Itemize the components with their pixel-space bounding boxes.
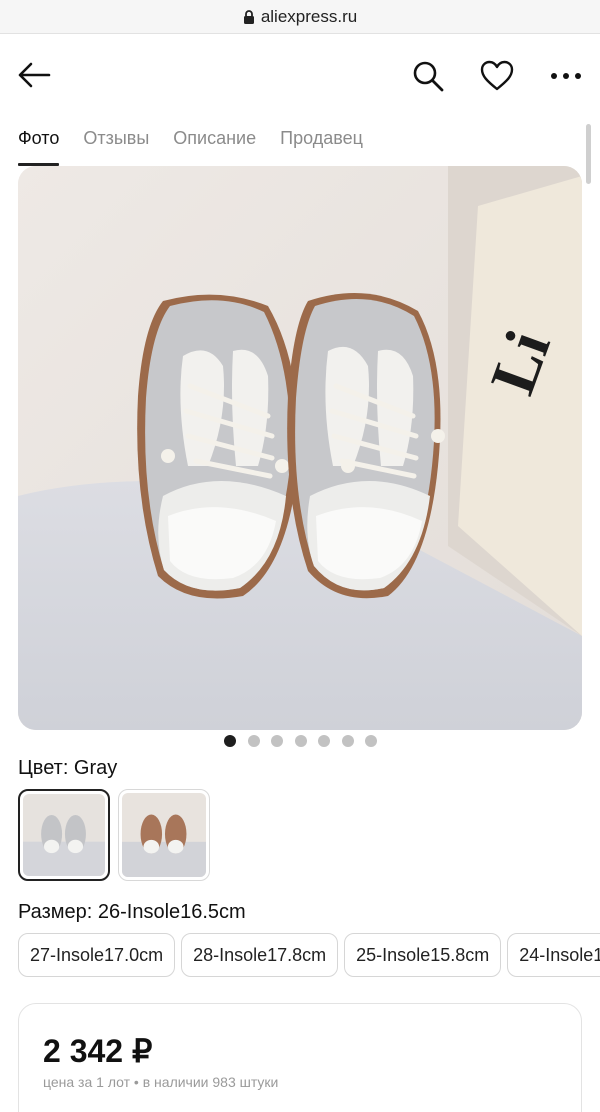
color-option-gray[interactable]	[18, 789, 110, 881]
product-photo[interactable]: Li	[18, 166, 582, 730]
tab-seller[interactable]: Продавец	[280, 126, 363, 166]
tab-photo[interactable]: Фото	[18, 126, 60, 166]
tab-description[interactable]: Описание	[173, 126, 256, 166]
browser-url: aliexpress.ru	[260, 6, 358, 26]
gallery-dot[interactable]	[294, 735, 307, 747]
lock-icon	[243, 9, 255, 24]
browser-url-bar[interactable]: aliexpress.ru	[0, 0, 600, 34]
color-option-brown[interactable]	[118, 789, 210, 881]
tab-reviews[interactable]: Отзывы	[83, 126, 149, 166]
gray-shoes-thumbnail	[23, 794, 105, 876]
price-subtitle: цена за 1 лот • в наличии 983 штуки	[43, 1074, 279, 1090]
search-icon[interactable]	[410, 58, 446, 94]
size-option[interactable]: 28-Insole17.8cm	[181, 933, 339, 977]
gallery-pagination	[224, 735, 377, 749]
size-options: 27-Insole17.0cm 28-Insole17.8cm 25-Insole1…	[18, 933, 600, 979]
gallery-dot[interactable]	[224, 735, 236, 747]
gallery-dot[interactable]	[318, 735, 330, 747]
size-option[interactable]: 27-Insole17.0cm	[18, 933, 176, 977]
price-value: 2 342 ₽	[43, 1033, 153, 1069]
gallery-dot[interactable]	[247, 735, 260, 747]
heart-icon[interactable]	[479, 58, 515, 94]
color-options	[18, 789, 210, 881]
gallery-dot[interactable]	[365, 735, 377, 747]
gallery-dot[interactable]	[341, 735, 354, 747]
product-top-bar	[0, 40, 600, 112]
back-arrow-icon[interactable]	[16, 60, 52, 90]
size-label: Размер: 26-Insole16.5cm	[18, 901, 246, 923]
more-icon[interactable]	[548, 58, 584, 94]
gallery-dot[interactable]	[271, 735, 283, 747]
size-option[interactable]: 24-Insole15.0cm	[507, 933, 600, 977]
product-tabs: Фото Отзывы Описание Продавец	[18, 126, 363, 166]
scrollbar[interactable]	[586, 124, 591, 184]
shoes-image: Li	[18, 166, 582, 730]
color-label: Цвет: Gray	[18, 757, 118, 779]
brown-shoes-thumbnail	[122, 793, 206, 877]
size-option[interactable]: 25-Insole15.8cm	[344, 933, 502, 977]
price-card: 2 342 ₽ цена за 1 лот • в наличии 983 шт…	[18, 1003, 582, 1112]
